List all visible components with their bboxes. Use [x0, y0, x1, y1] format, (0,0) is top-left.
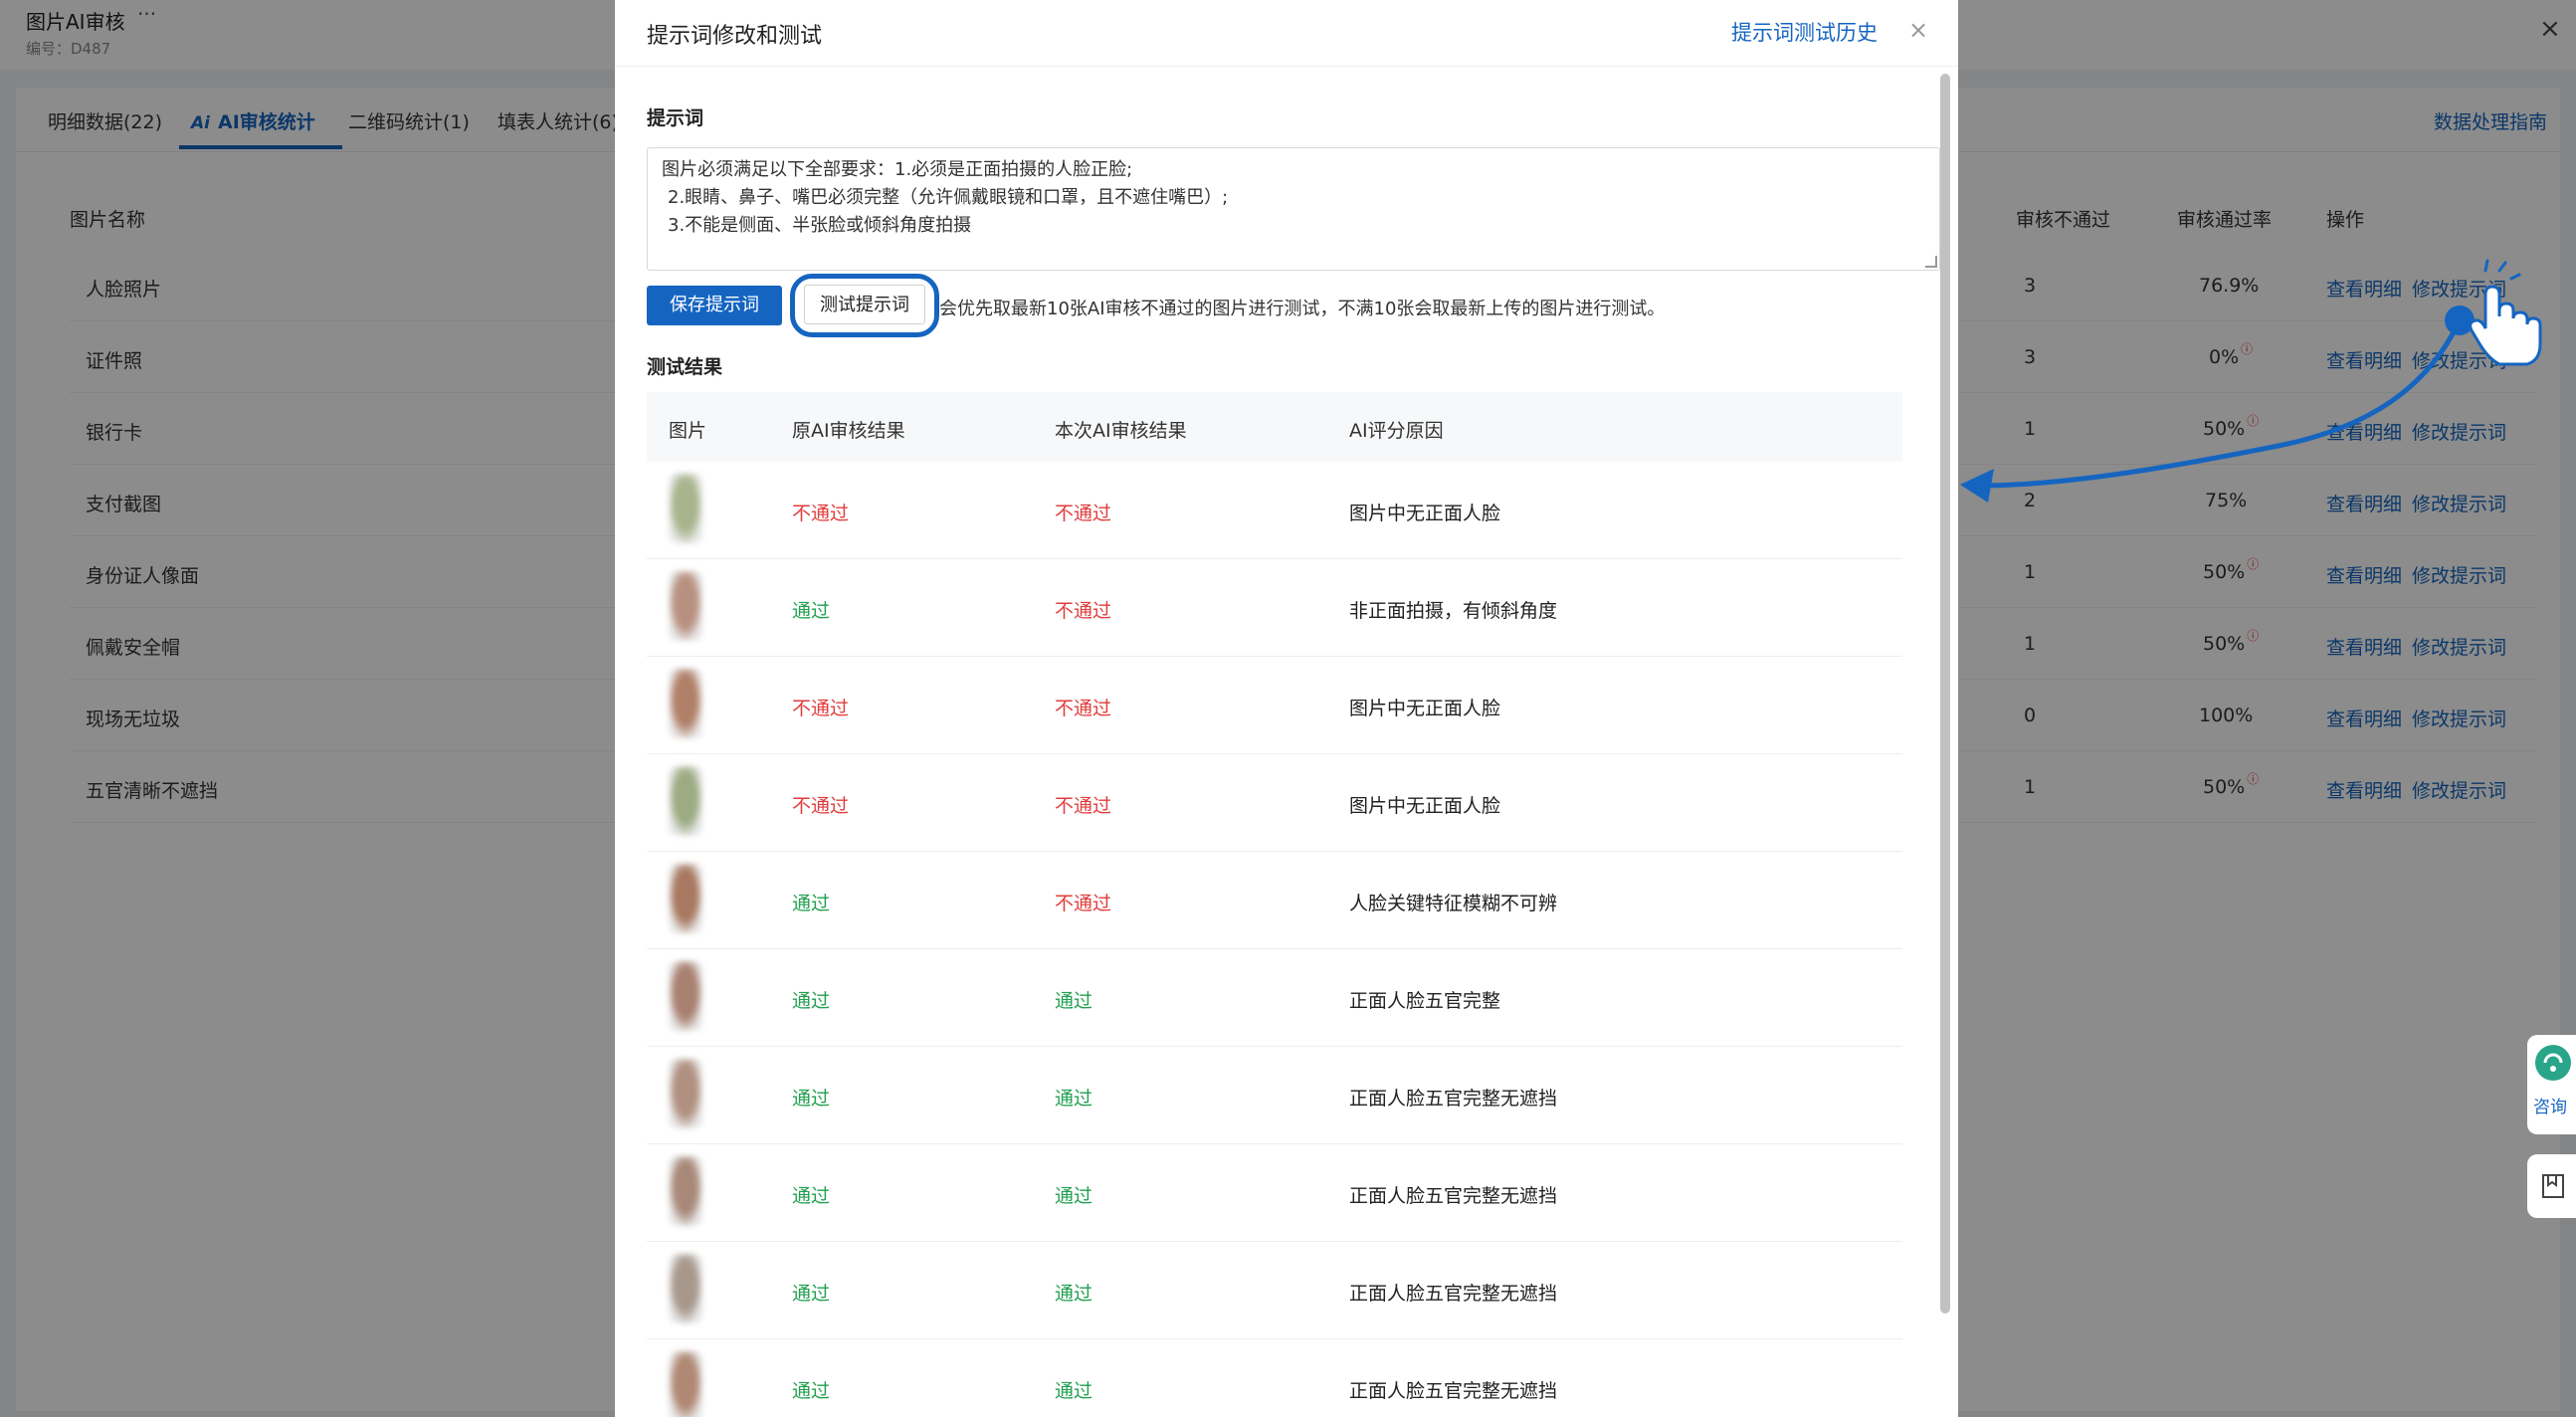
- annotation-arrow: [1960, 305, 2475, 503]
- annotation-layer: [1960, 259, 2542, 503]
- pointer-hand-icon: [2469, 259, 2542, 366]
